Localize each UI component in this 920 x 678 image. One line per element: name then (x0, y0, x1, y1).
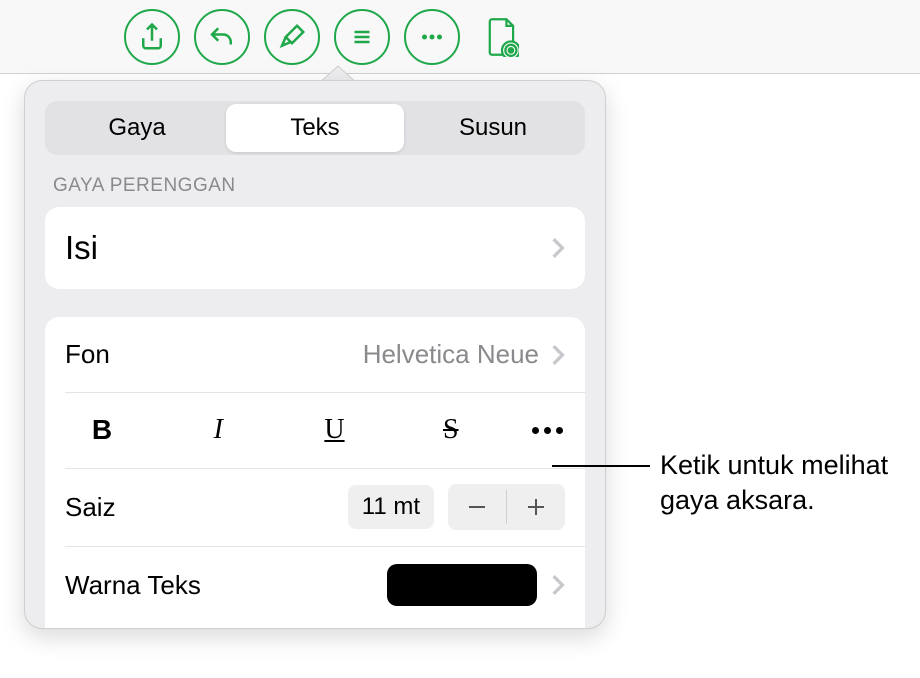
share-icon (137, 22, 167, 52)
toolbar (0, 0, 920, 74)
paragraph-style-row[interactable]: Isi (45, 207, 585, 289)
format-popover: Gaya Teks Susun GAYA PERENGGAN Isi Fon H… (24, 80, 606, 629)
more-text-options-button[interactable] (532, 427, 563, 434)
bold-button[interactable]: B (67, 410, 137, 450)
callout-text: Ketik untuk melihat gaya aksara. (660, 448, 888, 518)
strikethrough-button[interactable]: S (416, 410, 486, 450)
paragraph-style-card: Isi (45, 207, 585, 289)
paintbrush-icon (277, 22, 307, 52)
text-color-row[interactable]: Warna Teks (45, 546, 585, 628)
callout-line (552, 465, 650, 467)
underline-button[interactable]: U (300, 410, 370, 450)
more-button[interactable] (404, 9, 460, 65)
chevron-right-icon (551, 574, 565, 596)
size-stepper (448, 484, 565, 530)
more-icon (417, 22, 447, 52)
font-row[interactable]: Fon Helvetica Neue (45, 317, 585, 392)
dot-icon (544, 427, 551, 434)
undo-icon (207, 22, 237, 52)
format-tabs: Gaya Teks Susun (45, 101, 585, 155)
undo-button[interactable] (194, 9, 250, 65)
text-color-swatch[interactable] (387, 564, 537, 606)
size-value[interactable]: 11 mt (348, 485, 434, 529)
plus-icon (525, 496, 547, 518)
size-row: Saiz 11 mt (45, 468, 585, 546)
format-button[interactable] (264, 9, 320, 65)
tab-text[interactable]: Teks (226, 104, 404, 152)
callout-line1: Ketik untuk melihat (660, 450, 888, 480)
size-decrease-button[interactable] (448, 484, 506, 530)
document-icon (485, 17, 519, 57)
chevron-right-icon (551, 237, 565, 259)
tab-arrange[interactable]: Susun (404, 104, 582, 152)
list-icon (347, 22, 377, 52)
text-color-label: Warna Teks (65, 570, 201, 601)
text-style-row: B I U S (45, 392, 585, 468)
document-view-button[interactable] (474, 9, 530, 65)
paragraph-style-header: GAYA PERENGGAN (25, 175, 605, 207)
minus-icon (466, 496, 488, 518)
dot-icon (532, 427, 539, 434)
font-value: Helvetica Neue (363, 339, 539, 370)
paragraph-style-value: Isi (65, 229, 98, 267)
dot-icon (556, 427, 563, 434)
share-button[interactable] (124, 9, 180, 65)
size-increase-button[interactable] (507, 484, 565, 530)
chevron-right-icon (551, 344, 565, 366)
italic-button[interactable]: I (183, 410, 253, 450)
callout-line2: gaya aksara. (660, 485, 815, 515)
size-label: Saiz (65, 492, 116, 523)
tab-style[interactable]: Gaya (48, 104, 226, 152)
font-label: Fon (65, 339, 110, 370)
insert-button[interactable] (334, 9, 390, 65)
font-card: Fon Helvetica Neue B I U S Saiz 11 (45, 317, 585, 628)
